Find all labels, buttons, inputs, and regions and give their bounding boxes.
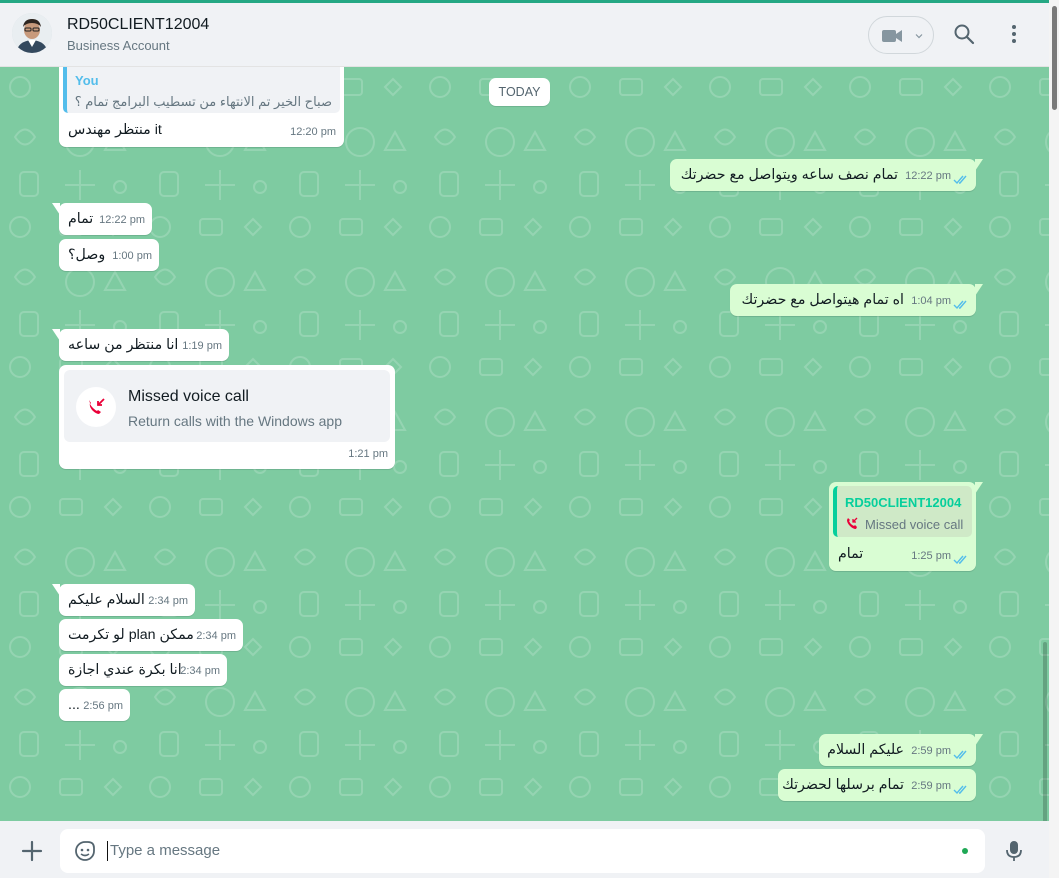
composer: Type a message	[0, 821, 1049, 878]
missed-call-card[interactable]: Missed voice call Return calls with the …	[64, 370, 390, 442]
message-bubble-in[interactable]: تمام 12:22 pm	[52, 203, 152, 235]
quoted-text: صباح الخير تم الانتهاء من تسطيب البرامج …	[74, 94, 332, 109]
missed-call-bubble[interactable]: Missed voice call Return calls with the …	[59, 365, 395, 469]
message-time: 12:22 pm	[905, 170, 951, 182]
status-dot	[962, 848, 968, 854]
message-time: 2:34 pm	[196, 630, 236, 642]
read-tick-icon	[953, 750, 967, 760]
message-time: 1:00 pm	[112, 250, 152, 262]
message-text: عليكم السلام	[827, 742, 904, 758]
message-input[interactable]: Type a message	[60, 829, 985, 873]
message-text: ممكن plan لو تكرمت	[68, 627, 194, 643]
quoted-author: RD50CLIENT12004	[845, 495, 962, 510]
read-tick-icon	[953, 300, 967, 310]
search-icon[interactable]	[953, 23, 975, 45]
message-text: منتظر مهندس it	[68, 122, 162, 138]
message-time: 12:22 pm	[99, 214, 145, 226]
video-call-icon	[882, 30, 902, 42]
message-time: 2:56 pm	[83, 700, 123, 712]
quoted-author: You	[75, 73, 99, 88]
message-bubble-in[interactable]: السلام عليكم 2:34 pm	[52, 584, 195, 616]
chat-header: RD50CLIENT12004 Business Account	[0, 3, 1049, 67]
message-bubble-out[interactable]: اه تمام هيتواصل مع حضرتك 1:04 pm	[730, 284, 983, 316]
message-text: اه تمام هيتواصل مع حضرتك	[741, 292, 904, 308]
message-bubble-out[interactable]: RD50CLIENT12004 Missed voice call تمام 1…	[829, 482, 983, 571]
message-bubble-out[interactable]: عليكم السلام 2:59 pm	[819, 734, 983, 766]
read-tick-icon	[953, 785, 967, 795]
message-text: انا بكرة عندي اجازة	[68, 662, 182, 678]
plus-icon[interactable]	[21, 840, 43, 862]
missed-call-subtitle: Return calls with the Windows app	[128, 413, 342, 429]
message-time: 1:21 pm	[348, 448, 388, 460]
message-bubble-out[interactable]: تمام نصف ساعه ويتواصل مع حضرتك 12:22 pm	[670, 159, 983, 191]
message-bubble-in[interactable]: You صباح الخير تم الانتهاء من تسطيب البر…	[59, 67, 344, 147]
message-text: تمام برسلها لحضرتك	[782, 777, 904, 793]
window-scroll-thumb[interactable]	[1052, 6, 1057, 110]
quoted-text: Missed voice call	[865, 517, 964, 532]
message-bubble-in[interactable]: وصل؟ 1:00 pm	[59, 239, 159, 271]
date-divider: TODAY	[489, 78, 550, 106]
message-time: 1:04 pm	[911, 295, 951, 307]
message-bubble-out[interactable]: تمام برسلها لحضرتك 2:59 pm	[778, 769, 976, 801]
sticker-icon[interactable]	[74, 840, 96, 862]
text-caret	[107, 841, 108, 861]
missed-call-icon	[847, 517, 858, 529]
message-bubble-in[interactable]: ممكن plan لو تكرمت 2:34 pm	[59, 619, 243, 651]
message-bubble-in[interactable]: ... 2:56 pm	[59, 689, 130, 721]
menu-icon[interactable]	[1003, 23, 1025, 45]
avatar[interactable]	[12, 13, 52, 53]
contact-subtitle: Business Account	[67, 38, 170, 53]
quoted-message[interactable]: You صباح الخير تم الانتهاء من تسطيب البر…	[63, 67, 340, 113]
message-placeholder: Type a message	[110, 842, 221, 859]
chevron-down-icon	[915, 34, 923, 39]
message-time: 1:25 pm	[911, 550, 951, 562]
chat-scrollbar[interactable]	[1043, 642, 1047, 821]
quoted-message[interactable]: RD50CLIENT12004 Missed voice call	[833, 486, 972, 537]
message-time: 2:34 pm	[148, 595, 188, 607]
message-text: تمام	[838, 546, 864, 562]
missed-call-icon	[76, 387, 116, 427]
message-text: تمام نصف ساعه ويتواصل مع حضرتك	[680, 167, 898, 183]
video-call-button[interactable]	[868, 16, 934, 54]
message-text: تمام	[68, 211, 94, 227]
message-bubble-in[interactable]: انا منتظر من ساعه 1:19 pm	[52, 329, 229, 361]
message-bubble-in[interactable]: انا بكرة عندي اجازة 2:34 pm	[59, 654, 227, 686]
message-time: 2:34 pm	[180, 665, 220, 677]
message-text: ...	[68, 697, 80, 713]
message-time: 2:59 pm	[911, 780, 951, 792]
missed-call-title: Missed voice call	[128, 388, 249, 405]
read-tick-icon	[953, 555, 967, 565]
message-time: 1:19 pm	[182, 340, 222, 352]
message-text: السلام عليكم	[68, 592, 145, 608]
contact-name[interactable]: RD50CLIENT12004	[67, 16, 209, 34]
message-text: وصل؟	[68, 247, 106, 263]
message-time: 12:20 pm	[290, 126, 336, 138]
read-tick-icon	[953, 175, 967, 185]
mic-icon[interactable]	[1003, 839, 1025, 863]
window-scrollbar[interactable]	[1049, 0, 1059, 878]
message-time: 2:59 pm	[911, 745, 951, 757]
message-text: انا منتظر من ساعه	[68, 337, 179, 353]
message-list[interactable]: TODAY You صباح الخير تم الانتهاء من تسطي…	[0, 67, 1049, 821]
